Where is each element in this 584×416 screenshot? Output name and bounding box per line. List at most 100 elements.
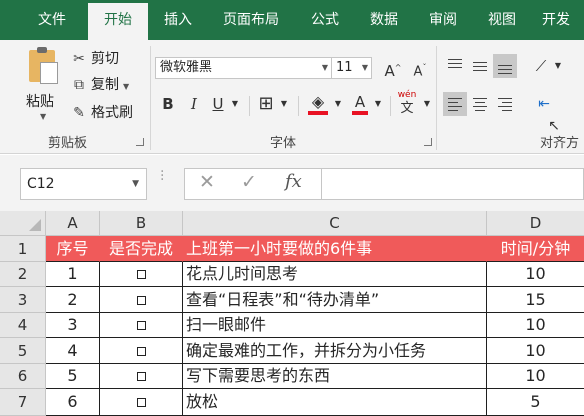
formula-input[interactable] [322, 168, 584, 200]
paste-dropdown-icon[interactable]: ▼ [40, 112, 46, 121]
font-dialog-launcher-icon[interactable] [424, 138, 432, 146]
tab-review[interactable]: 审阅 [414, 0, 472, 40]
cell-index[interactable]: 6 [46, 389, 100, 416]
column-header-b[interactable]: B [100, 211, 183, 236]
enter-icon[interactable]: ✓ [241, 171, 257, 193]
cell-index[interactable]: 2 [46, 287, 100, 313]
decrease-font-size-button[interactable]: Aˇ [410, 56, 430, 80]
checkbox-icon[interactable] [136, 372, 146, 381]
row-header-2[interactable]: 2 [0, 262, 46, 287]
align-top-button[interactable] [443, 54, 467, 78]
font-color-dropdown-icon[interactable]: ▼ [372, 92, 384, 116]
cell-checkbox[interactable] [100, 364, 183, 389]
cell-minutes[interactable]: 15 [487, 287, 584, 313]
phonetic-guide-button[interactable]: wén 文 [395, 88, 419, 116]
cell-task[interactable]: 放松 [183, 389, 487, 416]
font-name-value: 微软雅黑 [160, 60, 213, 75]
cell-index[interactable]: 1 [46, 262, 100, 287]
clipboard-dialog-launcher-icon[interactable] [136, 138, 144, 146]
tab-formulas[interactable]: 公式 [296, 0, 354, 40]
font-color-button[interactable]: A [350, 90, 370, 115]
row-header-5[interactable]: 5 [0, 338, 46, 364]
cell-task[interactable]: 查看“日程表”和“待办清单” [183, 287, 487, 313]
cell-minutes[interactable]: 5 [487, 389, 584, 416]
more-icon[interactable]: · · · [160, 165, 166, 187]
cell-task[interactable]: 花点儿时间思考 [183, 262, 487, 287]
fill-color-dropdown-icon[interactable]: ▼ [332, 92, 344, 116]
orientation-button[interactable]: ⟋ [530, 54, 552, 78]
increase-font-size-button[interactable]: A^ [383, 56, 403, 80]
checkbox-icon[interactable] [136, 296, 146, 305]
borders-dropdown-icon[interactable]: ▼ [277, 92, 291, 116]
cell-minutes[interactable]: 10 [487, 313, 584, 338]
font-size-dropdown[interactable]: 11 ▼ [332, 57, 372, 79]
tab-home[interactable]: 开始 [88, 3, 148, 40]
row-header-4[interactable]: 4 [0, 313, 46, 338]
cell-minutes[interactable]: 10 [487, 338, 584, 364]
font-name-dropdown[interactable]: 微软雅黑 ▼ [155, 57, 332, 79]
name-box[interactable]: C12 ▼ [20, 168, 147, 200]
tab-data[interactable]: 数据 [356, 0, 412, 40]
align-right-button[interactable] [493, 92, 517, 116]
cell-minutes[interactable]: 10 [487, 262, 584, 287]
cell-task[interactable]: 确定最难的工作，并拆分为小任务 [183, 338, 487, 364]
insert-function-icon[interactable]: fx [285, 171, 302, 192]
select-all-button[interactable] [0, 211, 46, 236]
tab-developer[interactable]: 开发 [532, 0, 584, 40]
cell-index[interactable]: 5 [46, 364, 100, 389]
tab-view[interactable]: 视图 [474, 0, 530, 40]
checkbox-icon[interactable] [136, 321, 146, 330]
align-left-button[interactable] [443, 92, 467, 116]
fill-color-button[interactable]: ◈ [306, 90, 330, 115]
orientation-dropdown-icon[interactable]: ▼ [552, 54, 564, 78]
tab-page-layout[interactable]: 页面布局 [208, 0, 294, 40]
cancel-icon[interactable]: ✕ [199, 171, 215, 193]
tab-insert[interactable]: 插入 [150, 0, 206, 40]
underline-dropdown-icon[interactable]: ▼ [228, 92, 242, 116]
align-bottom-button[interactable] [493, 54, 517, 78]
format-painter-label: 格式刷 [91, 105, 133, 121]
cell-checkbox[interactable] [100, 262, 183, 287]
row-header-7[interactable]: 7 [0, 389, 46, 416]
column-header-c[interactable]: C [183, 211, 487, 236]
column-header-d[interactable]: D [487, 211, 584, 236]
copy-button[interactable]: ⧉ 复制 ▼ [70, 74, 129, 96]
copy-dropdown-icon[interactable]: ▼ [123, 82, 129, 91]
cell-index[interactable]: 3 [46, 313, 100, 338]
row-header-6[interactable]: 6 [0, 364, 46, 389]
align-middle-button[interactable] [468, 54, 492, 78]
cell-minutes[interactable]: 10 [487, 364, 584, 389]
checkbox-icon[interactable] [136, 398, 146, 407]
cell-checkbox[interactable] [100, 389, 183, 416]
group-divider [436, 46, 437, 150]
italic-button[interactable]: I [184, 92, 204, 116]
cell-index[interactable]: 4 [46, 338, 100, 364]
divider [249, 96, 250, 116]
align-center-button[interactable] [468, 92, 492, 116]
column-header-a[interactable]: A [46, 211, 100, 236]
row-header-1[interactable]: 1 [0, 236, 46, 262]
underline-button[interactable]: U [208, 92, 228, 116]
tab-file[interactable]: 文件 [22, 0, 82, 40]
row-header-3[interactable]: 3 [0, 287, 46, 313]
font-size-value: 11 [336, 60, 353, 75]
fill-color-swatch [308, 111, 328, 115]
checkbox-icon[interactable] [136, 270, 146, 279]
cell-checkbox[interactable] [100, 313, 183, 338]
header-cell-minutes[interactable]: 时间/分钟 [487, 236, 584, 262]
paint-bucket-icon: ◈ [311, 92, 325, 111]
cell-checkbox[interactable] [100, 287, 183, 313]
format-painter-button[interactable]: ✎ 格式刷 [70, 102, 133, 124]
decrease-indent-icon[interactable]: ⇤ [532, 92, 556, 116]
checkbox-icon[interactable] [136, 347, 146, 356]
bold-button[interactable]: B [158, 92, 178, 116]
header-cell-index[interactable]: 序号 [46, 236, 100, 262]
header-cell-done[interactable]: 是否完成 [100, 236, 183, 262]
cell-task[interactable]: 写下需要思考的东西 [183, 364, 487, 389]
cut-button[interactable]: ✂ 剪切 [70, 48, 119, 70]
borders-icon[interactable]: ⊞ [256, 92, 276, 116]
header-cell-task[interactable]: 上班第一小时要做的6件事 [183, 236, 487, 262]
cell-task[interactable]: 扫一眼邮件 [183, 313, 487, 338]
cell-checkbox[interactable] [100, 338, 183, 364]
phonetic-dropdown-icon[interactable]: ▼ [421, 92, 433, 116]
